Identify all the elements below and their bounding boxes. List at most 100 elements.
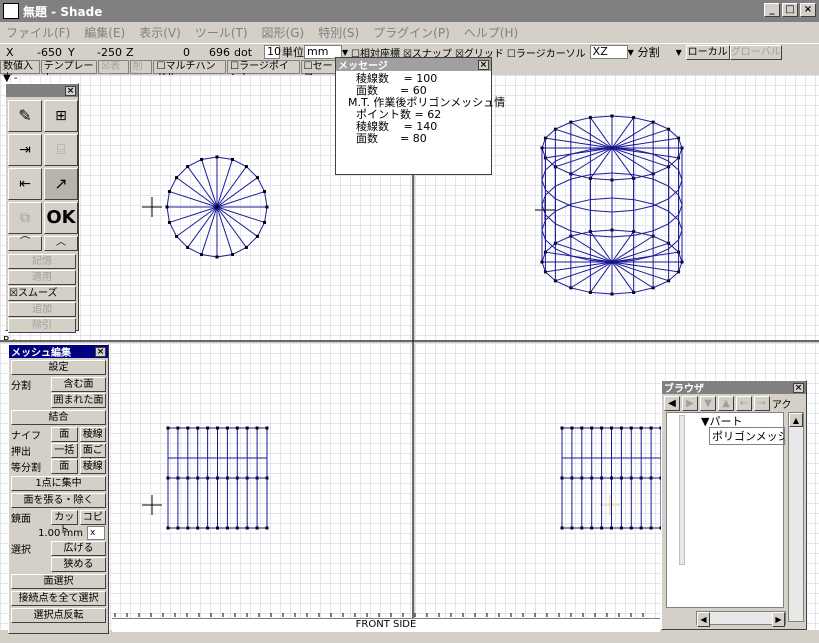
wire-edge: [570, 117, 591, 123]
cylinder-tool-icon[interactable]: ⌸: [44, 134, 78, 166]
wire-edge: [555, 235, 572, 244]
pencil-tool-icon[interactable]: ✎: [8, 100, 42, 132]
wire-edge: [633, 230, 654, 236]
wire-edge: [570, 174, 591, 180]
mesh-vertex: [186, 426, 190, 430]
wire-edge: [590, 229, 613, 233]
span-face-button[interactable]: 面を張る・除く: [11, 493, 106, 508]
scroll-right-icon[interactable]: ▶: [772, 612, 785, 627]
mesh-vertex: [196, 526, 200, 530]
equal-face-button[interactable]: 面: [51, 459, 78, 474]
converge-button[interactable]: 1点に集中: [11, 476, 106, 491]
scroll-left-icon[interactable]: ◀: [697, 612, 710, 627]
knife-label: ナイフ: [11, 431, 41, 442]
scale-tool-icon[interactable]: ⇤: [8, 168, 42, 200]
extrude-label: 押出: [11, 447, 31, 458]
mesh-edit-palette: メッシュ編集× 設定 分割含む面 囲まれた面 結合 ナイフ面稜線 押出一括面ごと…: [8, 344, 109, 634]
wire-edge: [611, 147, 654, 175]
mesh-close-icon[interactable]: ×: [95, 346, 106, 357]
wire-edge: [678, 204, 683, 216]
message-close-icon[interactable]: ×: [478, 59, 489, 70]
mesh-vertex: [629, 426, 633, 430]
equal-edge-button[interactable]: 稜線: [79, 459, 106, 474]
apply-button[interactable]: 適用: [8, 270, 76, 285]
tool-palette-titlebar[interactable]: ×: [6, 84, 78, 97]
link-tool-icon[interactable]: ↗: [44, 168, 78, 200]
browser-vscrollbar[interactable]: ▲: [788, 412, 804, 622]
include-face-button[interactable]: 含む面: [51, 377, 106, 392]
invert-selection-button[interactable]: 選択点反転: [11, 608, 106, 623]
wire-edge: [264, 191, 268, 208]
smooth-curve-icon[interactable]: ︿: [44, 236, 78, 251]
settings-button[interactable]: 設定: [11, 360, 106, 375]
wire-edge: [216, 156, 233, 160]
mesh-vertex: [255, 426, 259, 430]
mesh-vertex: [560, 526, 564, 530]
left-arrow-icon[interactable]: ←: [736, 396, 752, 411]
extrude-per-face-button[interactable]: 面ごと: [79, 443, 106, 469]
memory-button[interactable]: 記憶: [8, 254, 76, 269]
mesh-vertex: [245, 526, 249, 530]
wire-edge: [611, 229, 634, 233]
tree-mesh-node[interactable]: ポリゴンメッシュ: [709, 427, 785, 445]
scroll-up-icon[interactable]: ▲: [789, 413, 803, 427]
next-arrow-icon[interactable]: ▶: [682, 396, 698, 411]
hierarchy-tool-icon[interactable]: ⊞: [44, 100, 78, 132]
expand-button[interactable]: 広げる: [51, 541, 106, 556]
cut-button[interactable]: カット: [51, 510, 78, 536]
knife-edge-button[interactable]: 稜線: [79, 427, 106, 442]
browser-hscrollbar[interactable]: ◀ ▶: [696, 611, 786, 627]
close-icon[interactable]: ×: [65, 85, 76, 96]
wire-edge: [541, 219, 546, 231]
wire-edge: [652, 280, 669, 289]
browser-close-icon[interactable]: ×: [793, 382, 804, 393]
mesh-vertex: [216, 526, 219, 530]
ok-button[interactable]: OK: [44, 202, 78, 234]
wire-edge: [590, 115, 613, 119]
copy-tool-icon[interactable]: ⧉: [8, 202, 42, 234]
shrink-button[interactable]: 狭める: [51, 557, 106, 572]
face-select-button[interactable]: 面選択: [11, 574, 106, 589]
message-title: メッセージ: [338, 61, 388, 72]
distance-field[interactable]: 1.00 mm: [11, 528, 85, 539]
extrude-batch-button[interactable]: 一括: [51, 443, 78, 458]
knife-face-button[interactable]: 面: [51, 427, 78, 442]
subtract-button[interactable]: 除引: [8, 318, 76, 333]
mesh-vertex: [186, 526, 190, 530]
copy-button[interactable]: コピー: [79, 510, 106, 536]
axis-select[interactable]: x: [87, 526, 105, 540]
wire-edge: [590, 197, 613, 201]
wire-edge: [176, 236, 188, 248]
move-tool-icon[interactable]: ⇥: [8, 134, 42, 166]
add-button[interactable]: 追加: [8, 302, 76, 317]
wire-edge: [555, 128, 613, 149]
mesh-vertex: [600, 526, 604, 530]
wire-edge: [187, 159, 202, 167]
flat-curve-icon[interactable]: ⌒: [8, 236, 42, 251]
mesh-vertex: [580, 526, 584, 530]
message-titlebar[interactable]: メッセージ ×: [336, 58, 491, 72]
browser-titlebar[interactable]: ブラウザ ×: [662, 381, 806, 395]
prev-arrow-icon[interactable]: ◀: [664, 396, 680, 411]
combine-button[interactable]: 結合: [11, 410, 106, 425]
mesh-vertex: [590, 426, 594, 430]
wire-edge: [678, 179, 683, 191]
mesh-vertex: [244, 245, 248, 249]
equal-split-label: 等分割: [11, 463, 41, 474]
wire-edge: [590, 291, 613, 295]
mesh-vertex: [225, 426, 229, 430]
smooth-checkbox[interactable]: ☒スムーズ: [8, 286, 76, 301]
browser-extra-label: アク: [772, 400, 792, 411]
select-all-connected-button[interactable]: 接続点を全て選択: [11, 591, 106, 606]
enclosed-face-button[interactable]: 囲まれた面: [51, 393, 106, 408]
wire-edge: [541, 179, 546, 191]
browser-tree[interactable]: ▼パート ポリゴンメッシュ: [666, 412, 785, 608]
wire-edge: [611, 261, 654, 289]
mesh-edit-titlebar[interactable]: メッシュ編集 ×: [9, 345, 108, 359]
up-arrow-icon[interactable]: ▲: [718, 396, 734, 411]
down-arrow-icon[interactable]: ▼: [700, 396, 716, 411]
right-arrow-icon[interactable]: →: [754, 396, 770, 411]
mesh-vertex: [186, 245, 190, 249]
status-bar: FRONT SIDE: [112, 618, 660, 632]
wire-edge: [590, 177, 613, 181]
